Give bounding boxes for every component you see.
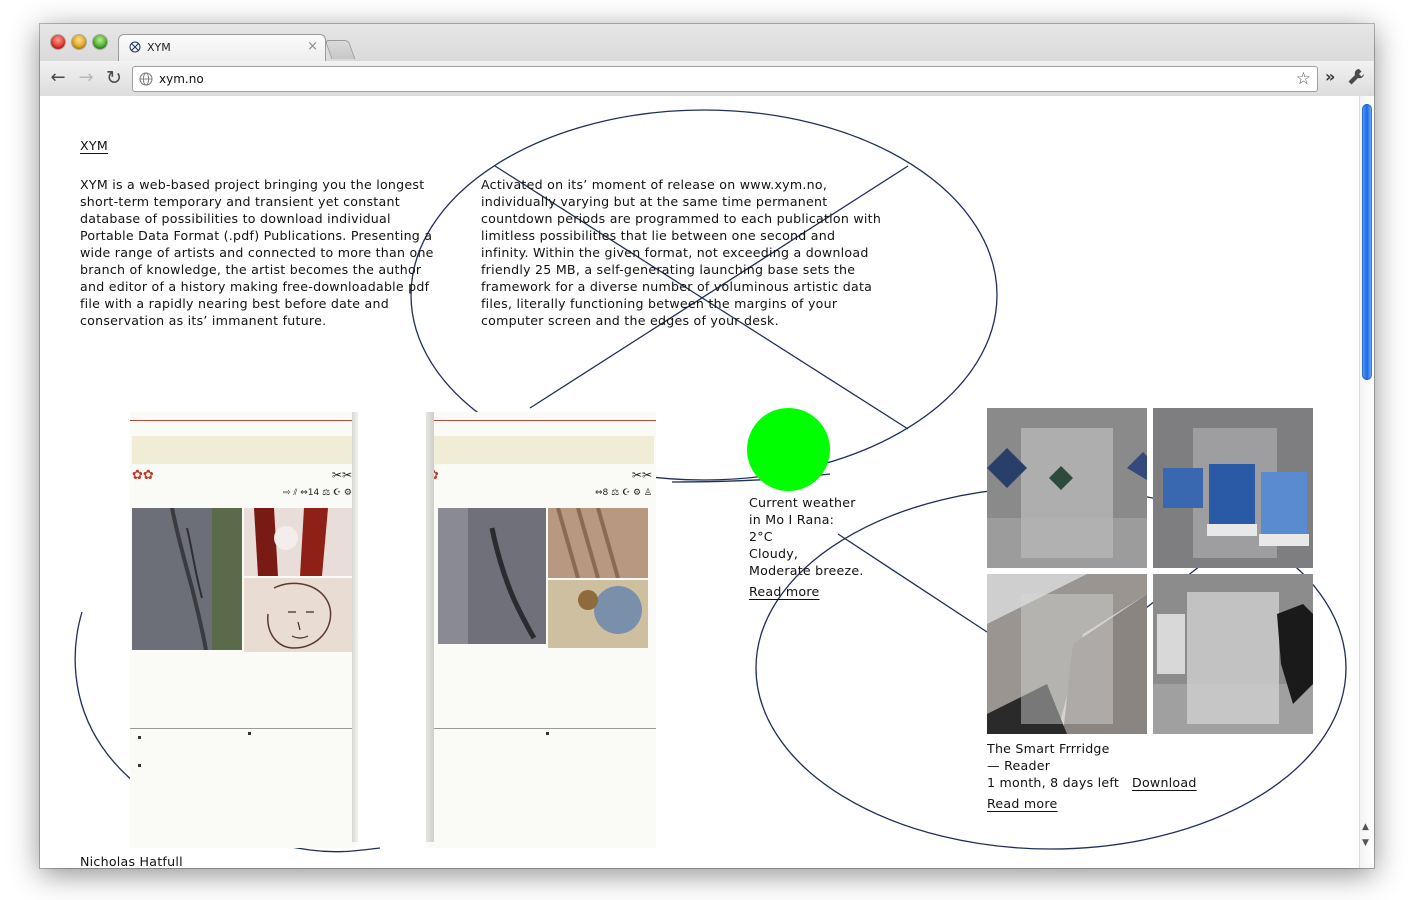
tab-close-icon[interactable]: × [307, 39, 318, 55]
gallery-thumb[interactable] [987, 574, 1147, 734]
mosaic-photo [548, 580, 648, 648]
publication-title: The Smart Frrridge — Reader [987, 741, 1110, 773]
publication-image-grid[interactable] [987, 408, 1313, 734]
address-bar[interactable]: xym.no ☆ [132, 66, 1318, 92]
page-rule [130, 420, 356, 421]
sketch-face-photo [244, 578, 354, 652]
tool-icons: ✂✂ [331, 468, 352, 482]
book-spine-right [426, 412, 434, 842]
weather-read-more-link[interactable]: Read more [749, 583, 820, 600]
xym-favicon-icon [129, 41, 141, 53]
intro-text-right: Activated on its’ moment of release on w… [481, 177, 882, 328]
book-page-left: ✿✿ ✂✂ ⇨ ⫽ ⇔14 ⚖ ☪ ⚙ [130, 412, 356, 848]
page-dot [248, 732, 251, 735]
asphalt-photo [132, 508, 242, 650]
publication-read-more-link[interactable]: Read more [987, 795, 1058, 812]
page-dot [138, 764, 141, 767]
scroll-up-icon[interactable]: ▲ [1362, 822, 1369, 832]
weather-text: Current weather in Mo I Rana: 2°C Cloudy… [749, 495, 864, 578]
forward-button[interactable]: → [76, 68, 96, 88]
flower-icons: ✿✿ [132, 468, 154, 483]
page-rule [426, 420, 656, 421]
page-bottom-rule [130, 728, 356, 729]
gallery-thumb[interactable] [987, 408, 1147, 568]
minimize-window-button[interactable] [72, 35, 86, 49]
globe-icon [139, 72, 153, 86]
tool-icons: ✂✂ [631, 468, 652, 482]
chevron-icon[interactable]: » [1325, 67, 1335, 86]
download-link[interactable]: Download [1132, 774, 1197, 791]
author-name: Nicholas Hatfull [80, 854, 183, 868]
symbol-row: ⇨ ⫽ ⇔14 ⚖ ☪ ⚙ [282, 488, 352, 498]
book-spine-left [352, 412, 358, 842]
vertical-scrollbar[interactable]: ▲ ▼ [1359, 96, 1374, 868]
browser-toolbar: ← → ↻ xym.no ☆ » [40, 61, 1374, 96]
symbol-row: ⇔8 ⚖ ☪ ⚙ ♙ [595, 488, 652, 498]
url-text[interactable]: xym.no [159, 72, 204, 86]
tab-title: XYM [147, 41, 171, 54]
asphalt-shadow-photo [438, 508, 546, 644]
zoom-window-button[interactable] [93, 35, 107, 49]
tab-xym[interactable]: XYM × [118, 34, 326, 61]
scrollbar-thumb[interactable] [1362, 104, 1372, 380]
reload-button[interactable]: ↻ [104, 68, 124, 88]
gallery-thumb[interactable] [1153, 408, 1313, 568]
browser-window: XYM × ← → ↻ xym.no ☆ » XYM XYM is a web-… [40, 24, 1374, 868]
shadow-floor-photo [548, 508, 648, 578]
scroll-down-icon[interactable]: ▼ [1362, 838, 1369, 848]
page-dot [546, 732, 549, 735]
book-page-right: ✿ ✂✂ ⇔8 ⚖ ☪ ⚙ ♙ [426, 412, 656, 848]
weather-indicator-dot [747, 408, 830, 491]
site-title-link[interactable]: XYM [80, 138, 108, 153]
close-window-button[interactable] [51, 35, 65, 49]
bookmark-star-icon[interactable]: ☆ [1296, 69, 1311, 89]
wrench-icon[interactable] [1346, 67, 1366, 87]
page-dot [138, 736, 141, 739]
browser-chrome: XYM × ← → ↻ xym.no ☆ » [40, 24, 1374, 97]
red-figure-photo [244, 508, 354, 576]
page-header-band [428, 436, 654, 464]
back-button[interactable]: ← [48, 68, 68, 88]
intro-text-left: XYM is a web-based project bringing you … [80, 177, 434, 328]
publication-time-left: 1 month, 8 days left [987, 775, 1120, 790]
new-tab-button[interactable] [324, 40, 356, 59]
page-bottom-rule [426, 728, 656, 729]
publication-preview-spread[interactable]: ✿✿ ✂✂ ⇨ ⫽ ⇔14 ⚖ ☪ ⚙ ✂✂ ⇔8 ⚖ ☪ ⚙ ♙ [130, 412, 656, 848]
page-header-band [132, 436, 354, 464]
page-viewport: XYM XYM is a web-based project bringing … [40, 96, 1359, 868]
gallery-thumb[interactable] [1153, 574, 1313, 734]
